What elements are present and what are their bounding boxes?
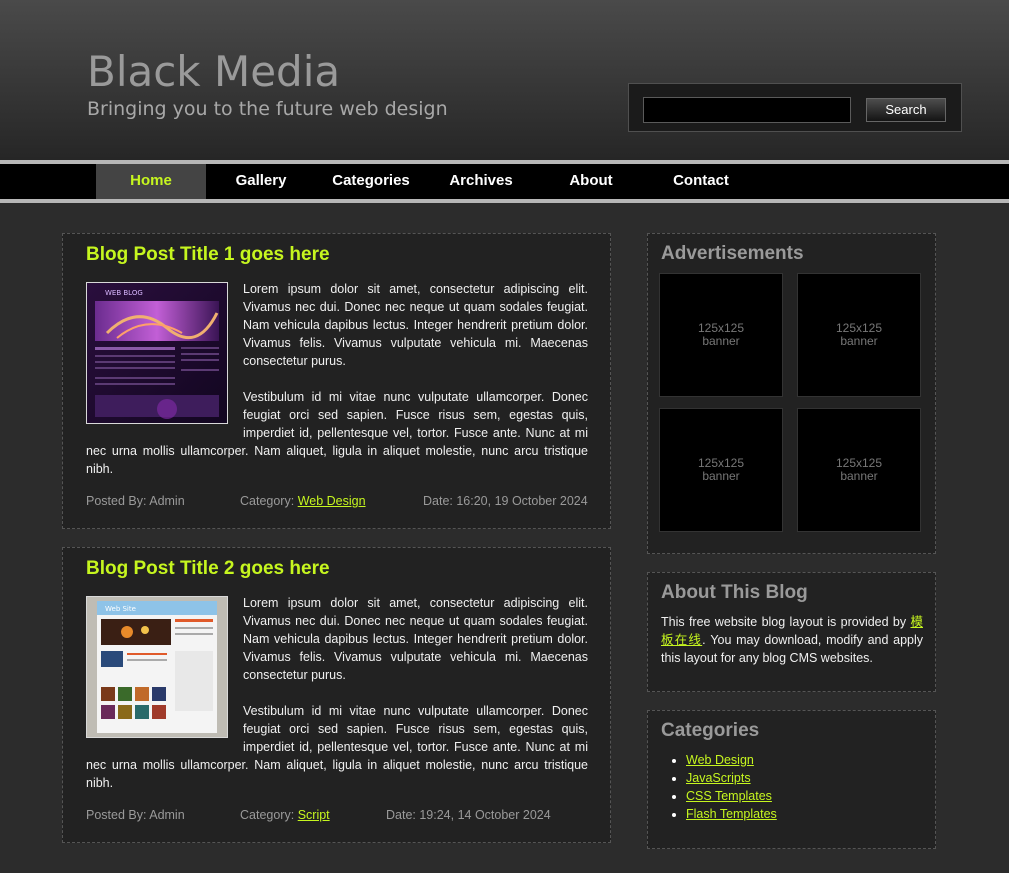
site-header: Black Media Bringing you to the future w… [0,0,1009,160]
site-title[interactable]: Black Media [87,46,340,98]
post-author: Posted By: Admin [86,494,185,508]
blog-post: Blog Post Title 2 goes here Web Site Lor… [62,547,611,843]
nav-item-home[interactable]: Home [96,164,206,199]
category-link[interactable]: Flash Templates [686,807,777,821]
advertisements-heading: Advertisements [661,243,804,264]
category-item: Flash Templates [686,805,777,823]
site-tagline: Bringing you to the future web design [87,98,448,120]
ad-banner-label: banner [702,469,740,483]
post-category-label: Category: [240,808,295,822]
about-text-intro: This free website blog layout is provide… [661,615,911,629]
ad-banner-label: banner [840,334,878,348]
category-item: Web Design [686,751,777,769]
main-nav: Home Gallery Categories Archives About C… [0,164,1009,199]
ad-banner-label: banner [840,469,878,483]
search-box: Search [628,83,962,132]
nav-item-gallery[interactable]: Gallery [206,164,316,199]
nav-item-archives[interactable]: Archives [426,164,536,199]
post-category-link[interactable]: Web Design [298,494,366,508]
post-category: Category: Web Design [240,494,366,508]
categories-box: Categories Web Design JavaScripts CSS Te… [647,710,936,849]
post-body: Lorem ipsum dolor sit amet, consectetur … [86,594,588,810]
ad-banner[interactable]: 125x125 banner [797,273,921,397]
categories-heading: Categories [661,720,760,741]
about-heading: About This Blog [661,582,808,603]
ad-banner[interactable]: 125x125 banner [797,408,921,532]
category-link[interactable]: CSS Templates [686,789,772,803]
category-link[interactable]: JavaScripts [686,771,751,785]
advertisements-box: Advertisements 125x125 banner 125x125 bann… [647,233,936,554]
post-title[interactable]: Blog Post Title 2 goes here [86,558,330,580]
nav-item-about[interactable]: About [536,164,646,199]
category-link[interactable]: Web Design [686,753,754,767]
nav-border-bottom [0,199,1009,203]
ad-banner-label: banner [702,334,740,348]
categories-list: Web Design JavaScripts CSS Templates Fla… [661,751,777,823]
post-category: Category: Script [240,808,330,822]
post-date: Date: 16:20, 19 October 2024 [423,494,588,508]
category-item: CSS Templates [686,787,777,805]
post-date: Date: 19:24, 14 October 2024 [386,808,551,822]
post-author: Posted By: Admin [86,808,185,822]
about-box: About This Blog This free website blog l… [647,572,936,692]
about-text: This free website blog layout is provide… [661,613,923,667]
post-title[interactable]: Blog Post Title 1 goes here [86,244,330,266]
category-item: JavaScripts [686,769,777,787]
search-input[interactable] [643,97,851,123]
post-category-link[interactable]: Script [298,808,330,822]
nav-item-contact[interactable]: Contact [646,164,756,199]
post-body: Lorem ipsum dolor sit amet, consectetur … [86,280,588,496]
blog-post: Blog Post Title 1 goes here WEB BLOG Lor… [62,233,611,529]
post-category-label: Category: [240,494,295,508]
nav-item-categories[interactable]: Categories [316,164,426,199]
ad-banner[interactable]: 125x125 banner [659,273,783,397]
ad-banner[interactable]: 125x125 banner [659,408,783,532]
search-button[interactable]: Search [866,98,946,122]
